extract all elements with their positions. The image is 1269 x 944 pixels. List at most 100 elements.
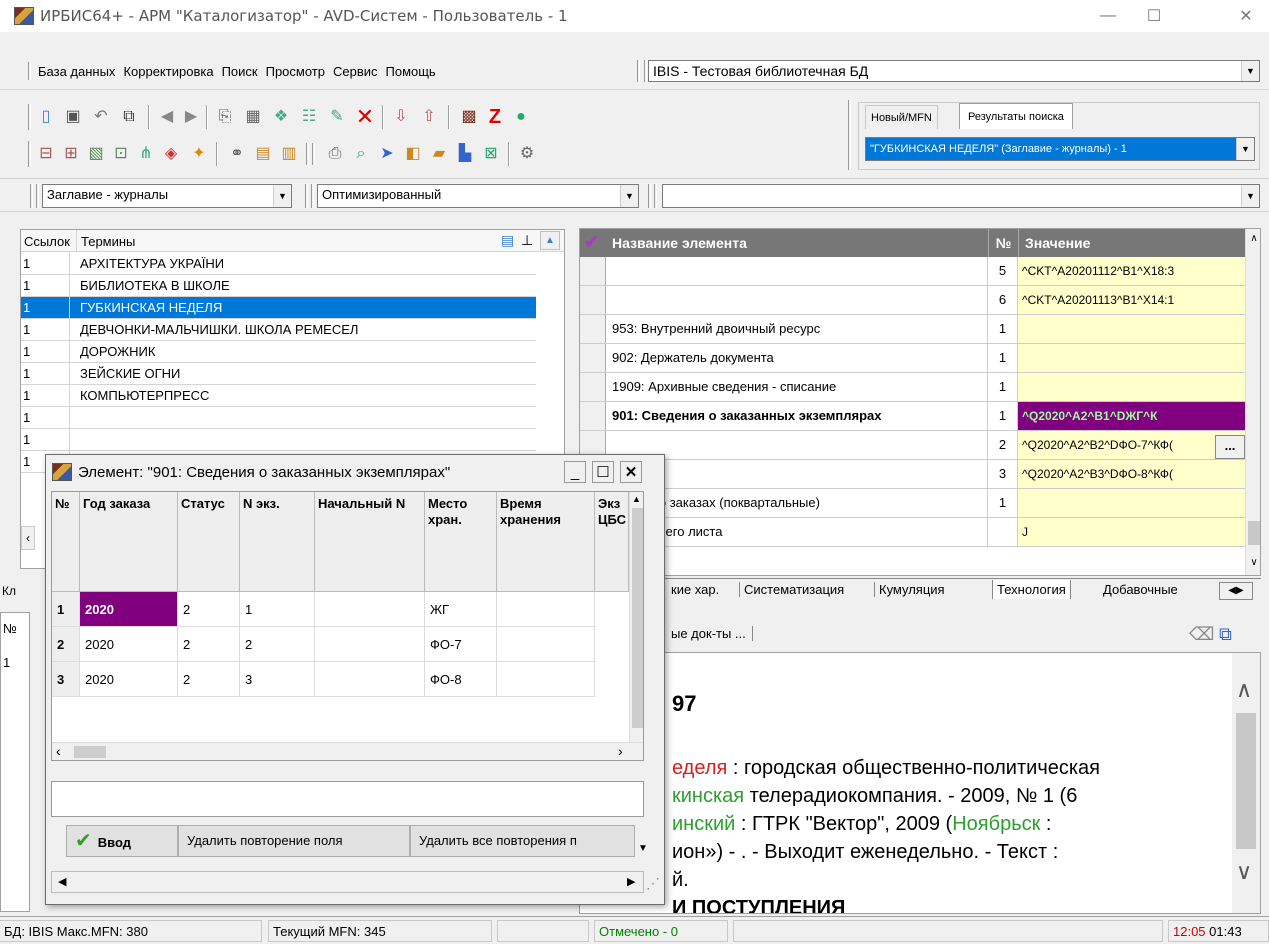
clipboard-paste-icon[interactable]: ▤ <box>252 143 274 165</box>
save-icon[interactable]: ▣ <box>62 106 84 128</box>
col-num-header[interactable]: № <box>52 492 80 592</box>
col-terms-header[interactable]: Термины <box>76 230 135 252</box>
order-year-cell[interactable]: 2020 <box>80 627 178 662</box>
field-value[interactable]: ^Q2020^A2^B1^DЖГ^К <box>1018 402 1245 430</box>
format-select[interactable]: Оптимизированный ▼ <box>317 184 639 208</box>
settings-icon[interactable]: ⚙ <box>516 143 538 165</box>
dialog-bottom-scrollbar[interactable]: ◀ ▶ <box>51 871 644 893</box>
new-document-icon[interactable]: ▯ <box>35 106 57 128</box>
import-icon[interactable]: ⇩ <box>390 106 412 128</box>
chevron-down-icon[interactable]: ▼ <box>1236 138 1254 160</box>
dictionary-select[interactable]: Заглавие - журналы ▼ <box>42 184 292 208</box>
menu-edit[interactable]: Корректировка <box>119 62 217 82</box>
term-row[interactable]: 1 ДОРОЖНИК <box>21 341 536 363</box>
chevron-down-icon[interactable]: ∨ <box>1236 859 1252 885</box>
field-value[interactable]: ^CKT^A20201112^B1^X18:3 <box>1018 257 1245 285</box>
field-row[interactable]: 6 ^CKT^A20201113^B1^X14:1 <box>580 286 1245 315</box>
term-row[interactable]: 1 ДЕВЧОНКИ-МАЛЬЧИШКИ. ШКОЛА РЕМЕСЕЛ <box>21 319 536 341</box>
status-cell[interactable]: 2 <box>178 627 240 662</box>
field-row[interactable]: 3 ^Q2020^A2^B3^DФО-8^КФ( <box>580 460 1245 489</box>
tab-scroll-arrows-icon[interactable]: ◀▶ <box>1219 582 1253 600</box>
search-result-combo[interactable]: "ГУБКИНСКАЯ НЕДЕЛЯ" (Заглавие - журналы)… <box>865 137 1255 161</box>
field-value[interactable] <box>1018 373 1245 401</box>
tab-systematization[interactable]: Систематизация <box>739 582 844 597</box>
copies-cell[interactable]: 1 <box>240 592 315 627</box>
scrollbar-thumb[interactable] <box>1248 521 1260 545</box>
menu-help[interactable]: Помощь <box>382 62 440 82</box>
menu-view[interactable]: Просмотр <box>262 62 329 82</box>
close-button[interactable]: ✕ <box>1223 0 1269 32</box>
term-row[interactable]: 1 БИБЛИОТЕКА В ШКОЛЕ <box>21 275 536 297</box>
row-indicator[interactable] <box>580 315 606 343</box>
order-year-cell[interactable]: 2020 <box>80 592 178 627</box>
menu-service[interactable]: Сервис <box>329 62 382 82</box>
status-cell[interactable]: 2 <box>178 592 240 627</box>
print-icon[interactable]: ⎙ <box>324 143 346 165</box>
left-bottom-tab[interactable]: Кл <box>0 580 20 602</box>
dialog-row[interactable]: 1 2020 2 1 ЖГ <box>52 592 643 627</box>
copy-record-icon[interactable]: ⧉ <box>118 106 140 128</box>
close-button[interactable]: ✕ <box>620 461 642 483</box>
clipboard2-icon[interactable]: ▥ <box>278 143 300 165</box>
scrollbar-thumb[interactable] <box>1236 713 1256 849</box>
delete-repeat-button[interactable]: Удалить повторение поля <box>178 825 410 857</box>
chevron-down-icon[interactable]: ∨ <box>1246 557 1260 568</box>
field-row[interactable]: ия рабочего листа J <box>580 518 1245 547</box>
storage-time-cell[interactable] <box>497 627 595 662</box>
order-year-cell[interactable]: 2020 <box>80 662 178 697</box>
tab-new-mfn[interactable]: Новый/MFN <box>865 105 938 129</box>
folder-icon[interactable]: ▰ <box>428 143 450 165</box>
term-row[interactable]: 1 АРХІТЕКТУРА УКРАЇНИ <box>21 253 536 275</box>
document-icon[interactable]: ▤ <box>501 232 514 249</box>
delete-icon[interactable]: ✕ <box>354 106 376 128</box>
col-cbs-header[interactable]: Экз ЦБС <box>595 492 629 592</box>
field-value[interactable] <box>1018 489 1245 517</box>
scrollbar-thumb[interactable] <box>632 508 643 728</box>
field-row[interactable]: едения о заказах (поквартальные) 1 <box>580 489 1245 518</box>
field-value[interactable]: ^Q2020^A2^B3^DФО-8^КФ( <box>1018 460 1245 488</box>
stack-icon[interactable]: ◈ <box>160 143 182 165</box>
view-icon[interactable]: ⊡ <box>110 143 132 165</box>
scrollbar-thumb[interactable] <box>74 746 106 758</box>
start-number-cell[interactable] <box>315 662 425 697</box>
field-value[interactable]: ^CKT^A20201113^B1^X14:1 <box>1018 286 1245 314</box>
next-record-icon[interactable]: ▶ <box>180 106 202 128</box>
doc-scrollbar[interactable]: ∧ ∨ <box>1232 653 1260 913</box>
resize-grip-icon[interactable]: ⋰ <box>646 875 660 892</box>
storage-place-cell[interactable]: ФО-8 <box>425 662 497 697</box>
third-select[interactable]: ▼ <box>662 184 1260 208</box>
term-row[interactable]: 1 <box>21 429 536 451</box>
chevron-left-icon[interactable]: ‹ <box>56 743 61 759</box>
row-indicator[interactable] <box>580 344 606 372</box>
chevron-right-icon[interactable]: ▶ <box>627 875 635 888</box>
globe-icon[interactable]: ● <box>510 106 532 128</box>
find-icon[interactable]: ⌕ <box>350 143 372 165</box>
storage-time-cell[interactable] <box>497 662 595 697</box>
copies-cell[interactable]: 3 <box>240 662 315 697</box>
link-tree-icon[interactable]: ⋔ <box>135 143 157 165</box>
chevron-left-icon[interactable]: ◀ <box>58 875 66 888</box>
dialog-edit-box[interactable] <box>51 781 644 817</box>
field-row[interactable]: 953: Внутренний двоичный ресурс 1 <box>580 315 1245 344</box>
minimize-button[interactable]: _ <box>564 461 586 483</box>
maximize-button[interactable]: ☐ <box>1131 0 1177 32</box>
chevron-down-icon[interactable]: ▼ <box>1241 61 1259 81</box>
col-name-header[interactable]: Название элемента <box>612 235 747 251</box>
enter-button[interactable]: ✔ Ввод <box>66 825 178 857</box>
term-row[interactable]: 1 <box>21 407 536 429</box>
tree-icon[interactable]: ❖ <box>270 106 292 128</box>
pin-icon[interactable]: ⊥ <box>521 232 533 249</box>
start-number-cell[interactable] <box>315 592 425 627</box>
chevron-left-icon[interactable]: ‹ <box>21 526 35 550</box>
col-place-header[interactable]: Место хран. <box>425 492 497 592</box>
tab-additional[interactable]: Добавочные <box>1099 582 1178 597</box>
chevron-up-icon[interactable]: ▲ <box>540 231 560 250</box>
irbis-icon[interactable]: ▩ <box>458 106 480 128</box>
export-icon[interactable]: ⇧ <box>418 106 440 128</box>
term-row[interactable]: 1 КОМПЬЮТЕРПРЕСС <box>21 385 536 407</box>
menu-database[interactable]: База данных <box>34 62 119 82</box>
row-indicator[interactable] <box>580 286 606 314</box>
field-row[interactable]: 901: Сведения о заказанных экземплярах 1 ^… <box>580 402 1245 431</box>
storage-time-cell[interactable] <box>497 592 595 627</box>
spreadsheet-icon[interactable]: ⊠ <box>480 143 502 165</box>
